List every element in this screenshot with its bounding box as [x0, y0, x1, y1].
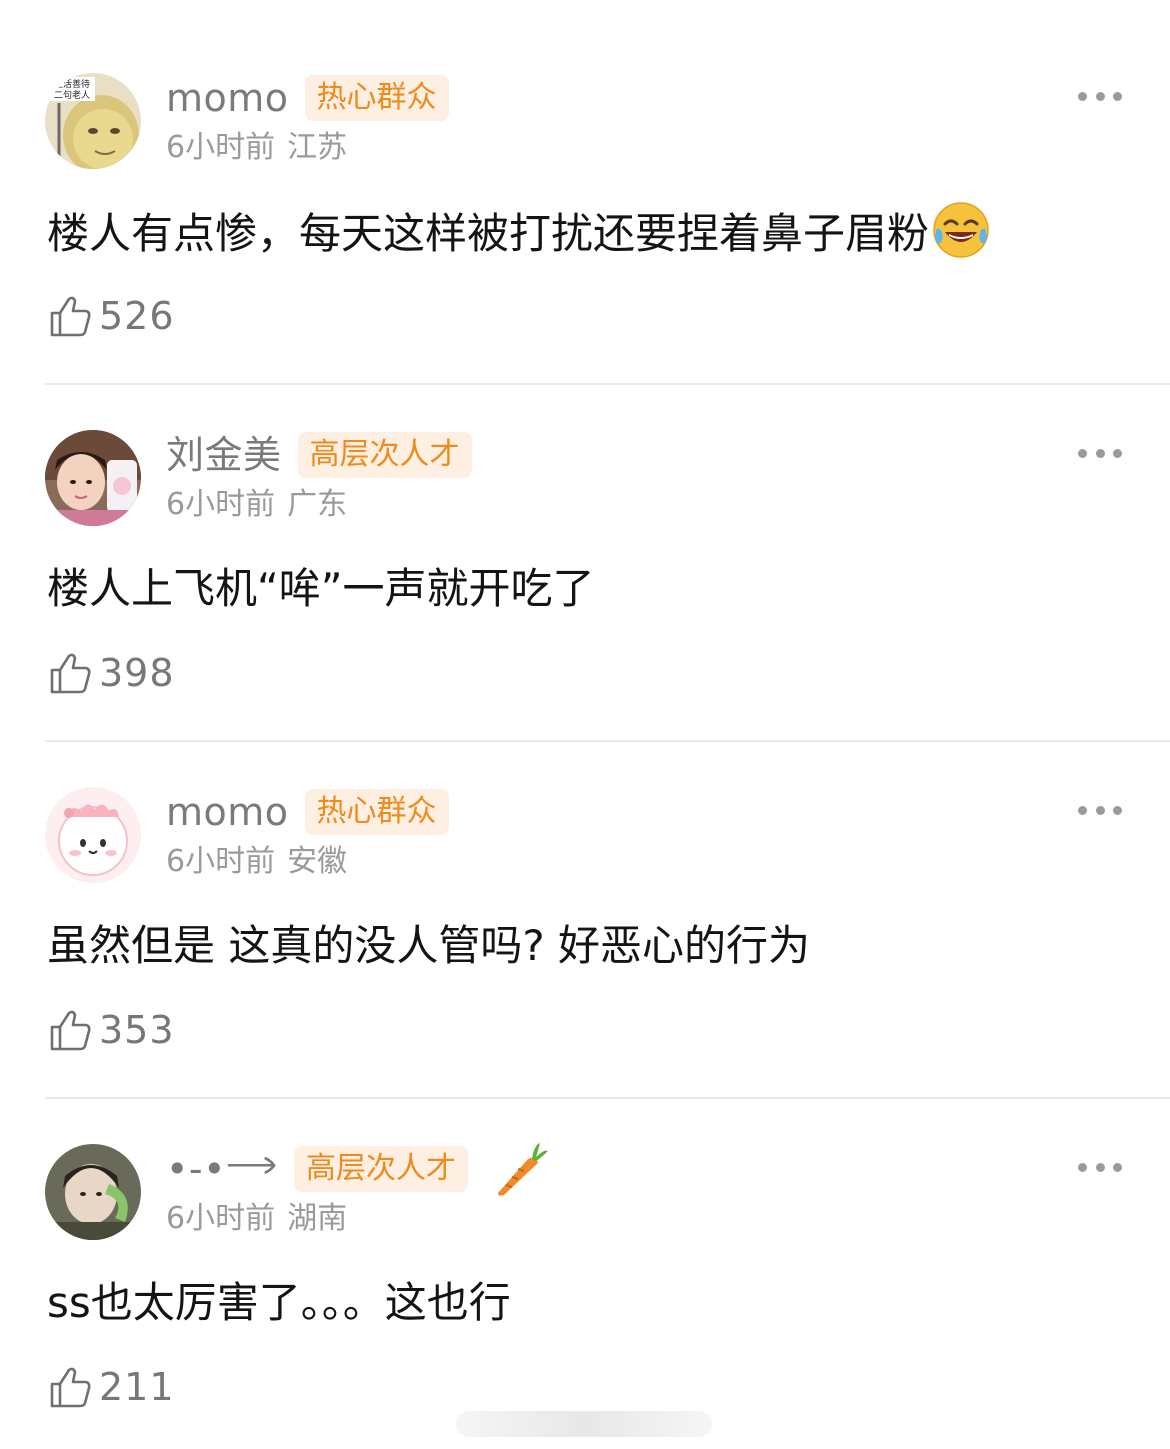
username[interactable]: •-•𐃘 [166, 1145, 278, 1193]
comment-item: •-•𐃘 高层次人才 6小时前 湖南 ss也太厉害了。。。这也行 211 [0, 1071, 1170, 1428]
comment-body: 楼人有点惨，每天这样被打扰还要捏着鼻子眉粉 [47, 209, 930, 258]
timestamp: 6小时前 [166, 844, 276, 879]
like-button[interactable]: 211 [47, 1361, 175, 1413]
user-header: 刘金美 高层次人才 [166, 431, 472, 479]
comment-item: 生活善待 二句老人 momo 热心群众 6小时前 江苏 楼人有点惨，每天这样被打扰… [0, 0, 1170, 385]
comment-text: ss也太厉害了。。。这也行 [47, 1271, 511, 1335]
comment-meta: 6小时前 湖南 [166, 1199, 347, 1239]
comment-text: 楼人上飞机“哞”一声就开吃了 [47, 557, 595, 621]
location: 广东 [287, 487, 348, 522]
avatar[interactable] [45, 1144, 141, 1240]
location: 湖南 [287, 1201, 348, 1236]
timestamp: 6小时前 [166, 487, 276, 522]
user-badge: 热心群众 [304, 789, 449, 835]
comment-item: momo 热心群众 6小时前 安徽 虽然但是 这真的没人管吗? 好恶心的行为 35… [0, 714, 1170, 1099]
comment-text: 楼人有点惨，每天这样被打扰还要捏着鼻子眉粉 [47, 200, 991, 266]
scroll-indicator [456, 1411, 712, 1437]
avatar[interactable] [45, 787, 141, 883]
avatar-caption: 二句老人 [54, 89, 90, 101]
more-options-icon[interactable] [1078, 800, 1122, 820]
comment-text: 虽然但是 这真的没人管吗? 好恶心的行为 [47, 914, 810, 978]
like-button[interactable]: 353 [47, 1004, 175, 1056]
user-badge: 热心群众 [304, 75, 449, 121]
carrot-icon [497, 1143, 548, 1196]
more-options-icon[interactable] [1078, 1157, 1122, 1177]
comment-body: 虽然但是 这真的没人管吗? 好恶心的行为 [47, 921, 810, 970]
location: 江苏 [287, 130, 348, 165]
avatar-caption: 生活善待 [54, 78, 90, 90]
more-options-icon[interactable] [1078, 86, 1122, 106]
like-count: 398 [99, 651, 175, 695]
user-header: momo 热心群众 [166, 74, 449, 122]
like-count: 353 [99, 1008, 175, 1052]
comment-meta: 6小时前 广东 [166, 485, 347, 525]
username[interactable]: 刘金美 [166, 431, 282, 479]
comment-item: 刘金美 高层次人才 6小时前 广东 楼人上飞机“哞”一声就开吃了 398 [0, 357, 1170, 742]
thumbs-up-icon [50, 1010, 91, 1051]
like-count: 211 [99, 1365, 175, 1409]
comment-meta: 6小时前 安徽 [166, 842, 347, 882]
comment-body: ss也太厉害了。。。这也行 [47, 1278, 511, 1327]
more-options-icon[interactable] [1078, 443, 1122, 463]
laughing-tears-emoji-icon [933, 202, 989, 258]
thumbs-up-icon [50, 653, 91, 694]
user-badge: 高层次人才 [297, 432, 472, 478]
avatar[interactable]: 生活善待 二句老人 [45, 73, 141, 169]
timestamp: 6小时前 [166, 130, 276, 165]
comment-meta: 6小时前 江苏 [166, 128, 347, 168]
user-header: momo 热心群众 [166, 788, 449, 836]
timestamp: 6小时前 [166, 1201, 276, 1236]
user-header: •-•𐃘 高层次人才 [166, 1143, 548, 1196]
user-badge: 高层次人才 [293, 1146, 468, 1192]
comment-body: 楼人上飞机“哞”一声就开吃了 [47, 564, 595, 613]
like-count: 526 [99, 294, 175, 338]
like-button[interactable]: 398 [47, 647, 175, 699]
username[interactable]: momo [166, 788, 289, 836]
thumbs-up-icon [50, 1367, 91, 1408]
avatar[interactable] [45, 430, 141, 526]
thumbs-up-icon [50, 296, 91, 337]
like-button[interactable]: 526 [47, 290, 175, 342]
location: 安徽 [287, 844, 348, 879]
username[interactable]: momo [166, 74, 289, 122]
